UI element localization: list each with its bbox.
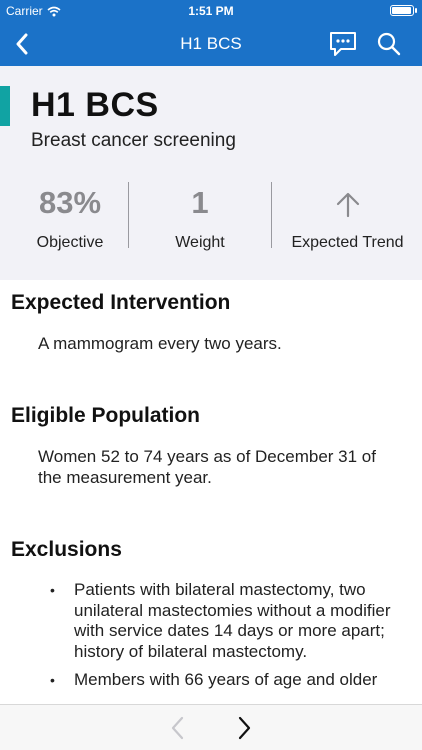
- measure-code: H1 BCS: [31, 86, 159, 124]
- chat-bubble-icon: [330, 32, 356, 56]
- intervention-title: Expected Intervention: [11, 291, 231, 314]
- measure-name: Breast cancer screening: [31, 130, 236, 151]
- search-button[interactable]: [376, 31, 402, 57]
- accent-bar: [0, 86, 10, 126]
- population-title: Eligible Population: [11, 404, 200, 427]
- weight-stat: 1 Weight: [130, 180, 270, 252]
- objective-value: 83%: [38, 185, 102, 220]
- exclusions-title: Exclusions: [11, 538, 122, 561]
- status-bar: Carrier 1:51 PM: [0, 0, 422, 22]
- previous-button[interactable]: [166, 713, 190, 743]
- trend-stat: Expected Trend: [273, 180, 422, 252]
- trend-label: Expected Trend: [291, 234, 404, 251]
- navigation-bar: H1 BCS: [0, 22, 422, 66]
- list-item: Patients with bilateral mastectomy, two …: [0, 580, 422, 662]
- intervention-text: A mammogram every two years.: [38, 334, 282, 353]
- measure-stats: 83% Objective 1 Weight Expected Trend: [0, 180, 422, 252]
- next-button[interactable]: [232, 713, 256, 743]
- search-icon: [377, 32, 401, 56]
- list-item: Members with 66 years of age and older: [0, 670, 422, 691]
- weight-value: 1: [191, 185, 209, 220]
- trend-value: [273, 184, 422, 222]
- weight-label: Weight: [175, 234, 225, 251]
- objective-label: Objective: [36, 234, 104, 251]
- chevron-left-icon: [171, 716, 184, 740]
- measure-header: H1 BCS Breast cancer screening 83% Objec…: [0, 66, 422, 280]
- population-text: Women 52 to 74 years as of December 31 o…: [38, 447, 376, 487]
- objective-stat: 83% Objective: [0, 180, 140, 252]
- nav-title: H1 BCS: [180, 34, 242, 53]
- battery-level: [392, 7, 411, 14]
- stat-divider: [128, 182, 129, 248]
- arrow-up-icon: [336, 192, 359, 217]
- chevron-right-icon: [238, 716, 251, 740]
- battery-icon: [390, 5, 417, 16]
- chat-button[interactable]: [328, 30, 358, 58]
- bottom-toolbar: [0, 704, 422, 750]
- exclusions-list: Patients with bilateral mastectomy, two …: [0, 580, 422, 699]
- measure-details[interactable]: Expected Intervention A mammogram every …: [0, 280, 422, 704]
- stat-divider: [271, 182, 272, 248]
- status-time: 1:51 PM: [188, 4, 234, 18]
